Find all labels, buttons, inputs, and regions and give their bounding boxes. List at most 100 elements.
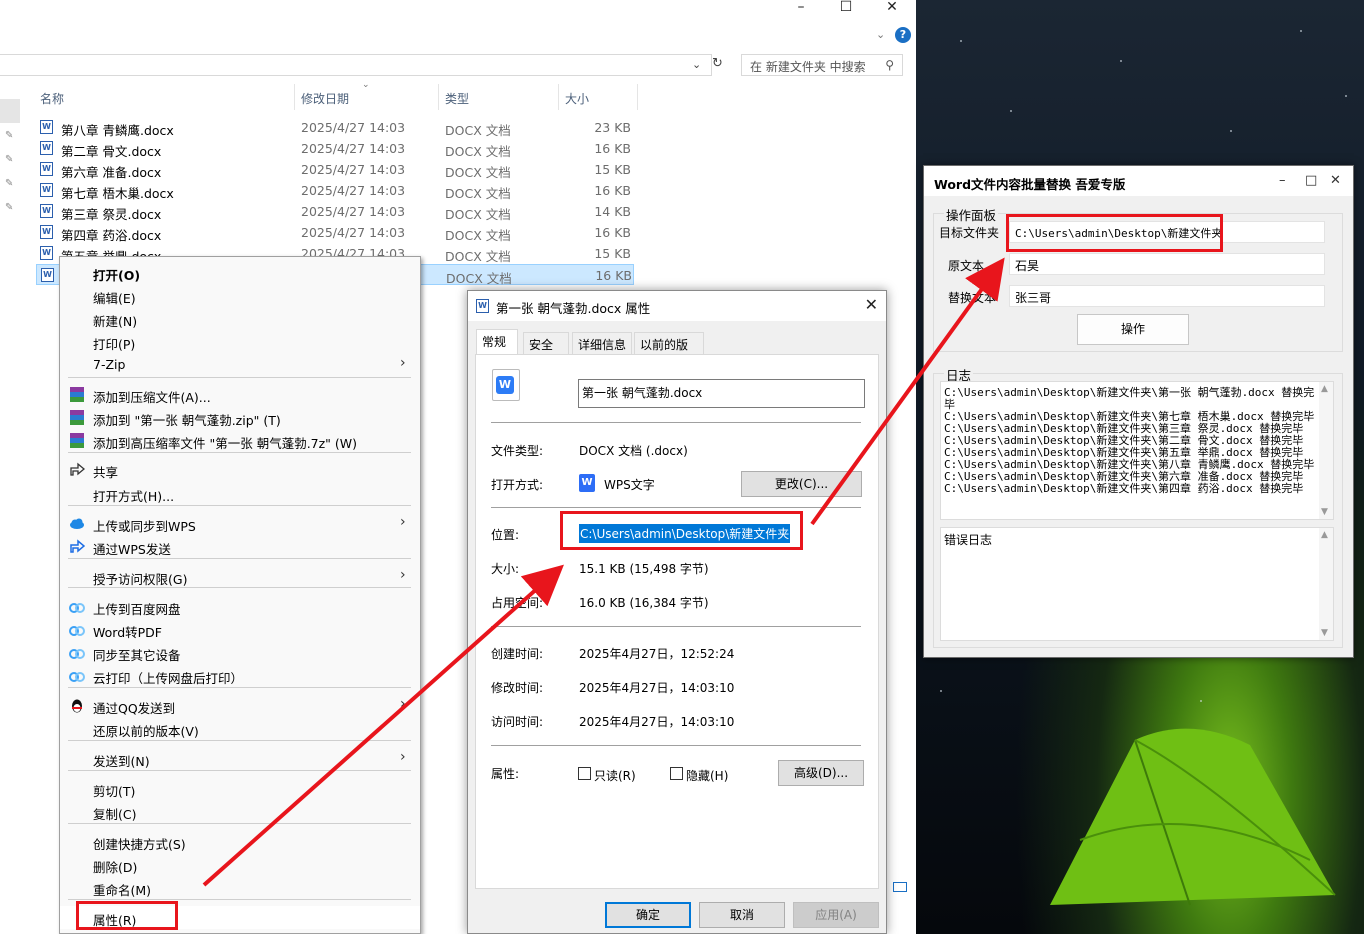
file-row[interactable]: W 第四章 药浴.docx 2025/4/27 14:03 DOCX 文档 16 KB: [36, 222, 634, 243]
context-menu-item[interactable]: 创建快捷方式(S): [60, 830, 420, 853]
help-icon[interactable]: ?: [895, 27, 911, 43]
chevron-down-icon[interactable]: ⌄: [692, 58, 701, 71]
context-menu-item[interactable]: 新建(N): [60, 307, 420, 330]
error-log-scrollbar[interactable]: ▲ ▼: [1319, 528, 1333, 640]
context-menu-item[interactable]: 添加到高压缩率文件 "第一张 朝气蓬勃.7z" (W): [60, 429, 420, 452]
ok-button[interactable]: 确定: [605, 902, 691, 928]
readonly-label: 只读(R): [594, 769, 636, 783]
context-menu-item[interactable]: 通过WPS发送: [60, 535, 420, 558]
file-row[interactable]: W 第六章 准备.docx 2025/4/27 14:03 DOCX 文档 15 KB: [36, 159, 634, 180]
advanced-button[interactable]: 高级(D)...: [778, 760, 864, 786]
column-header-type[interactable]: 类型: [445, 90, 469, 107]
context-menu-item[interactable]: 添加到压缩文件(A)...: [60, 383, 420, 406]
file-date: 2025/4/27 14:03: [301, 225, 406, 240]
context-menu-item[interactable]: 发送到(N) ›: [60, 747, 420, 770]
context-menu-item[interactable]: 剪切(T): [60, 777, 420, 800]
wps-send-icon: [69, 539, 86, 554]
close-icon[interactable]: ✕: [1330, 173, 1341, 188]
replace-text-label: 替换文本: [948, 291, 997, 305]
scroll-down-icon[interactable]: ▼: [1321, 507, 1328, 517]
menu-separator: [68, 377, 411, 378]
ribbon-expand-icon[interactable]: ⌄: [876, 28, 885, 41]
star: [1230, 130, 1232, 132]
tab-general[interactable]: 常规: [476, 329, 518, 355]
hidden-checkbox[interactable]: [670, 767, 683, 780]
sort-indicator-icon: ⌄: [362, 80, 370, 90]
baidu-netdisk-icon: [69, 645, 85, 660]
context-menu-item[interactable]: 打开(O): [60, 261, 420, 284]
column-divider[interactable]: [438, 84, 439, 110]
file-date: 2025/4/27 14:03: [301, 162, 406, 177]
context-menu-item[interactable]: 同步至其它设备: [60, 641, 420, 664]
context-menu-item[interactable]: 复制(C): [60, 800, 420, 823]
scroll-up-icon[interactable]: ▲: [1321, 530, 1328, 540]
context-menu-item[interactable]: 编辑(E): [60, 284, 420, 307]
error-log-textarea[interactable]: 错误日志 ▲ ▼: [940, 527, 1334, 641]
context-menu-item[interactable]: 云打印（上传网盘后打印）: [60, 664, 420, 687]
target-folder-label: 目标文件夹: [939, 226, 1000, 240]
file-size: 16 KB: [594, 141, 631, 156]
context-menu-item[interactable]: 上传到百度网盘: [60, 595, 420, 618]
refresh-icon[interactable]: ↻: [712, 56, 723, 71]
explorer-titlebar: – ☐ ✕: [0, 0, 916, 46]
original-text-input[interactable]: 石昊: [1009, 253, 1325, 275]
cancel-button[interactable]: 取消: [699, 902, 785, 928]
column-divider[interactable]: [294, 84, 295, 110]
minimize-icon[interactable]: –: [1279, 173, 1286, 188]
created-value: 2025年4月27日，12:52:24: [579, 647, 735, 661]
context-menu-item[interactable]: Word转PDF: [60, 618, 420, 641]
star: [940, 690, 942, 692]
menu-item-label: 添加到高压缩率文件 "第一张 朝气蓬勃.7z" (W): [93, 436, 358, 451]
column-divider[interactable]: [637, 84, 638, 110]
search-input[interactable]: 在 新建文件夹 中搜索 ⚲: [741, 54, 903, 76]
tab-security[interactable]: 安全: [523, 332, 569, 354]
replace-text-input[interactable]: 张三哥: [1009, 285, 1325, 307]
context-menu-item[interactable]: 还原以前的版本(V): [60, 717, 420, 740]
scroll-up-icon[interactable]: ▲: [1321, 384, 1328, 394]
column-divider[interactable]: [558, 84, 559, 110]
file-row[interactable]: W 第八章 青鳞鹰.docx 2025/4/27 14:03 DOCX 文档 23 KB: [36, 117, 634, 138]
file-name: 第二章 骨文.docx: [61, 144, 162, 159]
column-header-size[interactable]: 大小: [565, 90, 589, 107]
close-button[interactable]: ✕: [869, 0, 915, 22]
context-menu-item[interactable]: 打印(P): [60, 330, 420, 353]
readonly-checkbox[interactable]: [578, 767, 591, 780]
context-menu-item[interactable]: 重命名(M): [60, 876, 420, 899]
context-menu-item[interactable]: 打开方式(H)...: [60, 482, 420, 505]
menu-item-label: 编辑(E): [93, 291, 136, 306]
action-button[interactable]: 操作: [1077, 314, 1189, 345]
apply-button[interactable]: 应用(A): [793, 902, 879, 928]
tab-details[interactable]: 详细信息: [572, 332, 632, 354]
highlight-properties-menu-item: [76, 901, 178, 930]
minimize-button[interactable]: –: [778, 0, 824, 22]
file-size: 23 KB: [594, 120, 631, 135]
column-header-name[interactable]: 名称: [40, 90, 64, 107]
nav-pane-selected-item[interactable]: [0, 99, 20, 123]
file-row[interactable]: W 第二章 骨文.docx 2025/4/27 14:03 DOCX 文档 16 KB: [36, 138, 634, 159]
baidu-netdisk-icon: [69, 599, 85, 614]
column-header-date[interactable]: 修改日期: [301, 90, 349, 107]
scroll-down-icon[interactable]: ▼: [1321, 628, 1328, 638]
tab-previous-versions[interactable]: 以前的版本: [634, 332, 704, 369]
context-menu-item[interactable]: 上传或同步到WPS ›: [60, 512, 420, 535]
context-menu-item[interactable]: 添加到 "第一张 朝气蓬勃.zip" (T): [60, 406, 420, 429]
log-scrollbar[interactable]: ▲ ▼: [1319, 382, 1333, 519]
details-view-icon[interactable]: [893, 882, 907, 892]
filename-field[interactable]: 第一张 朝气蓬勃.docx: [578, 379, 865, 408]
context-menu-item[interactable]: 授予访问权限(G) ›: [60, 565, 420, 588]
close-icon[interactable]: ✕: [865, 295, 878, 314]
log-textarea[interactable]: C:\Users\admin\Desktop\新建文件夹\第一张 朝气蓬勃.do…: [940, 381, 1334, 520]
file-row[interactable]: W 第七章 梧木巢.docx 2025/4/27 14:03 DOCX 文档 16 KB: [36, 180, 634, 201]
chevron-right-icon: ›: [400, 567, 406, 583]
file-name: 第三章 祭灵.docx: [61, 207, 162, 222]
maximize-button[interactable]: ☐: [823, 0, 869, 22]
change-button[interactable]: 更改(C)...: [741, 471, 862, 497]
context-menu-item[interactable]: 共享: [60, 458, 420, 481]
context-menu-item[interactable]: 7-Zip ›: [60, 353, 420, 376]
file-row[interactable]: W 第三章 祭灵.docx 2025/4/27 14:03 DOCX 文档 14 KB: [36, 201, 634, 222]
menu-item-label: 添加到压缩文件(A)...: [93, 390, 211, 405]
context-menu-item[interactable]: 通过QQ发送到 ›: [60, 694, 420, 717]
address-bar[interactable]: [0, 54, 712, 76]
context-menu-item[interactable]: 删除(D): [60, 853, 420, 876]
maximize-icon[interactable]: □: [1305, 173, 1317, 188]
